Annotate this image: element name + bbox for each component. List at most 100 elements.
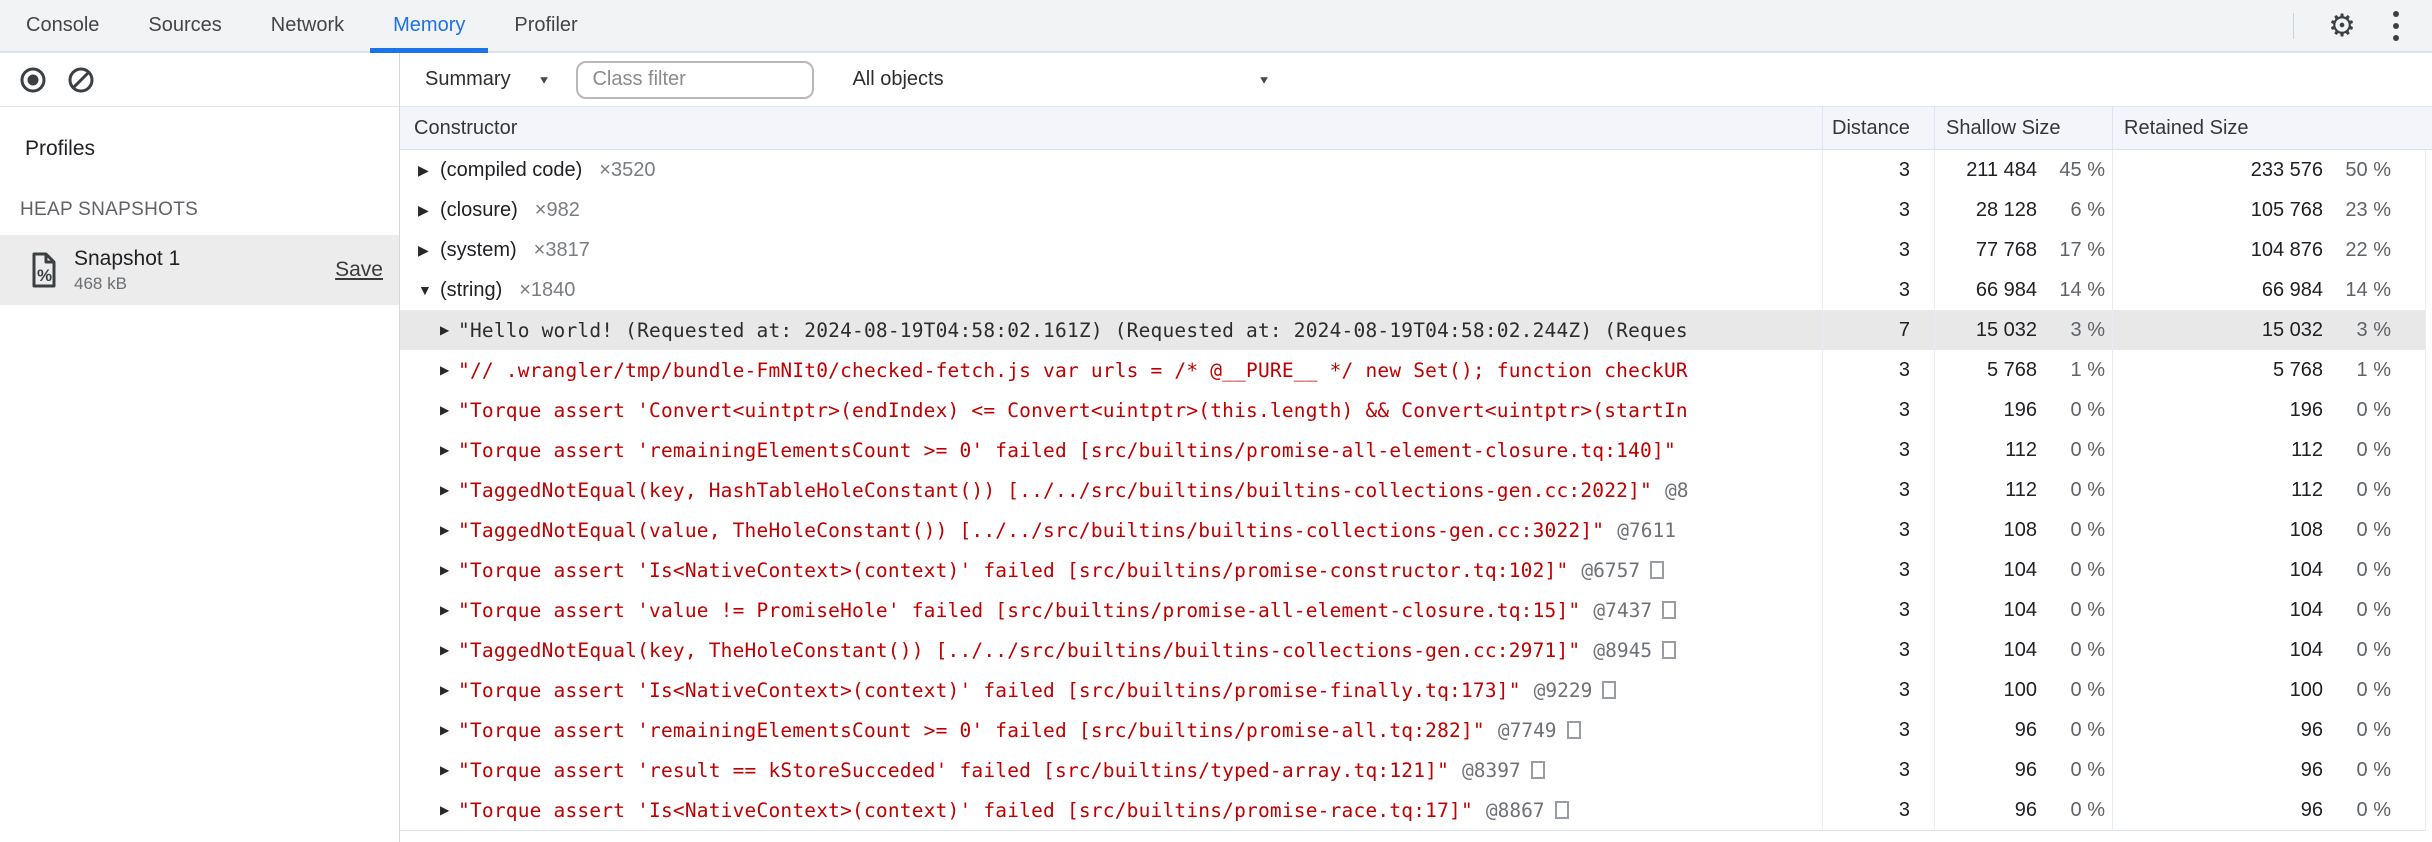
table-row[interactable]: ▶ (compiled code) ×3520 3 211 484 45 % 23… (400, 150, 2425, 190)
save-snapshot-link[interactable]: Save (335, 258, 383, 282)
table-row[interactable]: ▶ "Torque assert 'remainingElementsCount… (400, 710, 2425, 750)
retained-size-cell: 100 0 % (2112, 670, 2425, 710)
sidebar-item-snapshot-1[interactable]: % Snapshot 1 468 kB Save (0, 235, 399, 305)
constructor-name: (string) (440, 278, 503, 301)
shallow-size-cell: 104 0 % (1934, 550, 2112, 590)
expand-arrow-icon[interactable]: ▶ (418, 202, 440, 219)
expand-arrow-icon[interactable]: ▶ (440, 803, 458, 817)
constructor-cell[interactable]: ▶ "Torque assert 'Is<NativeContext>(cont… (400, 670, 1822, 710)
constructor-cell[interactable]: ▶ (closure) ×982 (400, 190, 1822, 230)
clear-profiles-icon[interactable] (66, 65, 96, 95)
expand-arrow-icon[interactable]: ▶ (440, 323, 458, 337)
constructor-cell[interactable]: ▶ "Torque assert 'result == kStoreSucced… (400, 750, 1822, 790)
expand-arrow-icon[interactable]: ▶ (418, 162, 440, 179)
string-preview: "Torque assert 'Is<NativeContext>(contex… (458, 798, 1473, 822)
constructor-cell[interactable]: ▼ (string) ×1840 (400, 270, 1822, 310)
string-preview: "Torque assert 'value != PromiseHole' fa… (458, 598, 1581, 622)
retained-size-cell: 96 0 % (2112, 750, 2425, 790)
constructor-cell[interactable]: ▶ "Hello world! (Requested at: 2024-08-1… (400, 310, 1822, 350)
heap-snapshot-file-icon: % (32, 252, 56, 288)
expand-arrow-icon[interactable]: ▶ (440, 683, 458, 697)
string-preview: "// .wrangler/tmp/bundle-FmNIt0/checked-… (458, 358, 1688, 382)
table-row[interactable]: ▶ "Torque assert 'Convert<uintptr>(endIn… (400, 390, 2425, 430)
shallow-size-cell: 15 032 3 % (1934, 310, 2112, 350)
shallow-size-cell: 104 0 % (1934, 630, 2112, 670)
table-row[interactable]: ▶ "Torque assert 'value != PromiseHole' … (400, 590, 2425, 630)
expand-arrow-icon[interactable]: ▶ (440, 483, 458, 497)
constructor-cell[interactable]: ▶ (compiled code) ×3520 (400, 150, 1822, 190)
table-row[interactable]: ▶ "Torque assert 'remainingElementsCount… (400, 430, 2425, 470)
table-row[interactable]: ▶ "TaggedNotEqual(value, TheHoleConstant… (400, 510, 2425, 550)
table-row[interactable]: ▶ (system) ×3817 3 77 768 17 % 104 876 22 … (400, 230, 2425, 270)
shallow-size-cell: 28 128 6 % (1934, 190, 2112, 230)
chevron-down-icon: ▼ (1257, 73, 1271, 86)
constructor-cell[interactable]: ▶ "// .wrangler/tmp/bundle-FmNIt0/checke… (400, 350, 1822, 390)
string-preview: "Torque assert 'result == kStoreSucceded… (458, 758, 1450, 782)
distance-cell: 3 (1822, 190, 1934, 230)
more-options-kebab-icon[interactable] (2376, 4, 2416, 48)
table-row[interactable]: ▶ "Hello world! (Requested at: 2024-08-1… (400, 310, 2425, 350)
constructor-cell[interactable]: ▶ "Torque assert 'value != PromiseHole' … (400, 590, 1822, 630)
expand-arrow-icon[interactable]: ▶ (440, 603, 458, 617)
table-row[interactable]: ▶ "Torque assert 'result == kStoreSucced… (400, 750, 2425, 790)
table-row[interactable]: ▶ "TaggedNotEqual(key, TheHoleConstant()… (400, 630, 2425, 670)
retained-size-cell: 104 0 % (2112, 550, 2425, 590)
constructor-cell[interactable]: ▶ "Torque assert 'remainingElementsCount… (400, 710, 1822, 750)
expand-arrow-icon[interactable]: ▶ (440, 523, 458, 537)
object-id: @9229 (1533, 678, 1593, 702)
shallow-size-cell: 66 984 14 % (1934, 270, 2112, 310)
constructor-name: (system) (440, 238, 517, 261)
column-header-retained-size[interactable]: Retained Size (2112, 107, 2432, 149)
tab-console[interactable]: Console (3, 0, 122, 51)
constructor-cell[interactable]: ▶ "TaggedNotEqual(value, TheHoleConstant… (400, 510, 1822, 550)
table-row[interactable]: ▼ (string) ×1840 3 66 984 14 % 66 984 14 % (400, 270, 2425, 310)
settings-gear-icon[interactable]: ⚙ (2320, 4, 2364, 48)
constructor-cell[interactable]: ▶ "Torque assert 'Is<NativeContext>(cont… (400, 550, 1822, 590)
tab-memory[interactable]: Memory (370, 0, 489, 53)
string-preview: "TaggedNotEqual(key, HashTableHoleConsta… (458, 478, 1652, 502)
expand-arrow-icon[interactable]: ▶ (440, 763, 458, 777)
record-heap-snapshot-icon[interactable] (18, 65, 48, 95)
column-header-distance[interactable]: Distance (1822, 107, 1934, 149)
table-row[interactable]: ▶ "Torque assert 'Is<NativeContext>(cont… (400, 790, 2425, 830)
constructor-cell[interactable]: ▶ "Torque assert 'Is<NativeContext>(cont… (400, 790, 1822, 830)
expand-arrow-icon[interactable]: ▶ (440, 723, 458, 737)
constructor-cell[interactable]: ▶ (system) ×3817 (400, 230, 1822, 270)
constructor-cell[interactable]: ▶ "TaggedNotEqual(key, TheHoleConstant()… (400, 630, 1822, 670)
distance-cell: 3 (1822, 670, 1934, 710)
expand-arrow-icon[interactable]: ▶ (440, 363, 458, 377)
retained-size-cell: 112 0 % (2112, 430, 2425, 470)
tab-profiler[interactable]: Profiler (491, 0, 600, 51)
expand-arrow-icon[interactable]: ▼ (418, 282, 440, 298)
retained-size-cell: 15 032 3 % (2112, 310, 2425, 350)
constructor-cell[interactable]: ▶ "Torque assert 'Convert<uintptr>(endIn… (400, 390, 1822, 430)
expand-arrow-icon[interactable]: ▶ (440, 563, 458, 577)
perspective-select[interactable]: Summary ▼ (425, 68, 550, 91)
devtools-tab-bar: Console Sources Network Memory Profiler … (0, 0, 2432, 53)
column-header-constructor[interactable]: Constructor (400, 107, 1822, 149)
constructor-cell[interactable]: ▶ "TaggedNotEqual(key, HashTableHoleCons… (400, 470, 1822, 510)
expand-arrow-icon[interactable]: ▶ (440, 443, 458, 457)
shallow-size-cell: 96 0 % (1934, 710, 2112, 750)
constructor-cell[interactable]: ▶ "Torque assert 'remainingElementsCount… (400, 430, 1822, 470)
shallow-size-cell: 77 768 17 % (1934, 230, 2112, 270)
table-row[interactable]: ▶ (closure) ×982 3 28 128 6 % 105 768 23 % (400, 190, 2425, 230)
chevron-down-icon: ▼ (537, 73, 551, 86)
table-row[interactable]: ▶ "TaggedNotEqual(key, HashTableHoleCons… (400, 470, 2425, 510)
objects-filter-select[interactable]: All objects ▼ (836, 68, 1284, 91)
string-preview: "Hello world! (Requested at: 2024-08-19T… (458, 318, 1688, 342)
box-glyph-icon (1662, 601, 1677, 619)
table-row[interactable]: ▶ "Torque assert 'Is<NativeContext>(cont… (400, 670, 2425, 710)
expand-arrow-icon[interactable]: ▶ (440, 403, 458, 417)
table-row[interactable]: ▶ "Torque assert 'Is<NativeContext>(cont… (400, 550, 2425, 590)
expand-arrow-icon[interactable]: ▶ (440, 643, 458, 657)
svg-text:%: % (37, 266, 52, 285)
class-filter-input[interactable] (576, 60, 815, 99)
expand-arrow-icon[interactable]: ▶ (418, 242, 440, 259)
tab-sources[interactable]: Sources (125, 0, 244, 51)
retained-size-cell: 104 0 % (2112, 630, 2425, 670)
tab-network[interactable]: Network (248, 0, 367, 51)
profiles-sidebar: Profiles HEAP SNAPSHOTS % Snapshot 1 468… (0, 53, 400, 842)
table-row[interactable]: ▶ "// .wrangler/tmp/bundle-FmNIt0/checke… (400, 350, 2425, 390)
column-header-shallow-size[interactable]: Shallow Size (1934, 107, 2112, 149)
